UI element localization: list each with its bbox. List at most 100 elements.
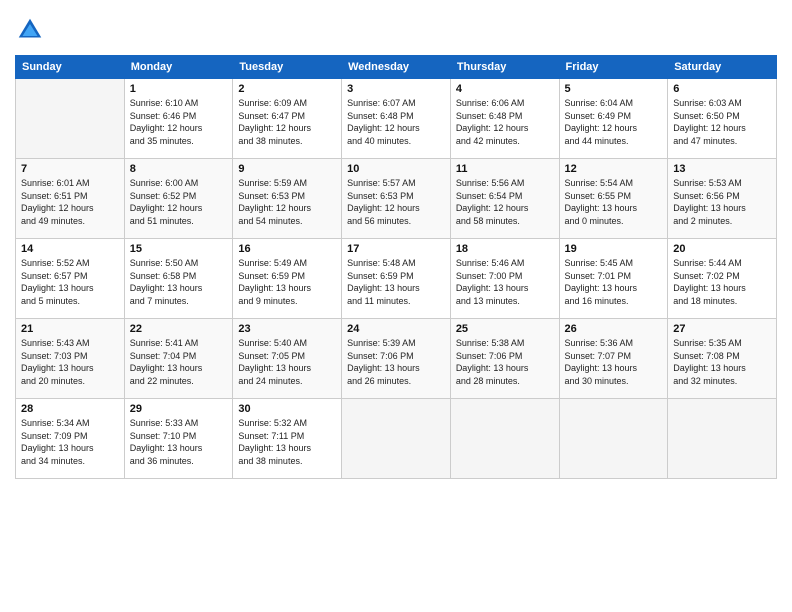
day-info: Sunrise: 5:54 AMSunset: 6:55 PMDaylight:… xyxy=(565,177,663,227)
calendar-header-saturday: Saturday xyxy=(668,56,777,79)
calendar-cell: 6 Sunrise: 6:03 AMSunset: 6:50 PMDaylight… xyxy=(668,79,777,159)
calendar-cell: 28Sunrise: 5:34 AMSunset: 7:09 PMDayligh… xyxy=(16,399,125,479)
calendar-cell: 30 Sunrise: 5:32 AMSunset: 7:11 PMDayligh… xyxy=(233,399,342,479)
day-info: Sunrise: 5:56 AMSunset: 6:54 PMDaylight:… xyxy=(456,177,554,227)
calendar-cell xyxy=(559,399,668,479)
day-info: Sunrise: 5:44 AMSunset: 7:02 PMDaylight:… xyxy=(673,257,771,307)
calendar-cell: 27 Sunrise: 5:35 AMSunset: 7:08 PMDayligh… xyxy=(668,319,777,399)
calendar-cell: 24 Sunrise: 5:39 AMSunset: 7:06 PMDayligh… xyxy=(342,319,451,399)
day-number: 1 xyxy=(130,83,228,95)
calendar-cell: 8Sunrise: 6:00 AMSunset: 6:52 PMDaylight… xyxy=(124,159,233,239)
day-info: Sunrise: 5:49 AMSunset: 6:59 PMDaylight:… xyxy=(238,257,336,307)
calendar-cell: 22Sunrise: 5:41 AMSunset: 7:04 PMDayligh… xyxy=(124,319,233,399)
day-info: Sunrise: 5:59 AMSunset: 6:53 PMDaylight:… xyxy=(238,177,336,227)
calendar-cell xyxy=(668,399,777,479)
calendar-cell: 29 Sunrise: 5:33 AMSunset: 7:10 PMDayligh… xyxy=(124,399,233,479)
calendar-week-row: 28Sunrise: 5:34 AMSunset: 7:09 PMDayligh… xyxy=(16,399,777,479)
day-info: Sunrise: 6:04 AMSunset: 6:49 PMDaylight:… xyxy=(565,97,663,147)
day-info: Sunrise: 5:48 AMSunset: 6:59 PMDaylight:… xyxy=(347,257,445,307)
logo xyxy=(15,15,49,45)
day-number: 5 xyxy=(565,83,663,95)
day-info: Sunrise: 6:03 AMSunset: 6:50 PMDaylight:… xyxy=(673,97,771,147)
day-number: 11 xyxy=(456,163,554,175)
day-number: 15 xyxy=(130,243,228,255)
day-number: 7 xyxy=(21,163,119,175)
calendar-header-friday: Friday xyxy=(559,56,668,79)
day-info: Sunrise: 5:52 AMSunset: 6:57 PMDaylight:… xyxy=(21,257,119,307)
day-number: 23 xyxy=(238,323,336,335)
day-info: Sunrise: 5:39 AMSunset: 7:06 PMDaylight:… xyxy=(347,337,445,387)
day-number: 6 xyxy=(673,83,771,95)
calendar-cell: 1 Sunrise: 6:10 AMSunset: 6:46 PMDaylight… xyxy=(124,79,233,159)
calendar-week-row: 1 Sunrise: 6:10 AMSunset: 6:46 PMDaylight… xyxy=(16,79,777,159)
calendar-cell: 5 Sunrise: 6:04 AMSunset: 6:49 PMDaylight… xyxy=(559,79,668,159)
calendar-header-sunday: Sunday xyxy=(16,56,125,79)
day-number: 16 xyxy=(238,243,336,255)
day-info: Sunrise: 5:43 AMSunset: 7:03 PMDaylight:… xyxy=(21,337,119,387)
calendar-cell: 21 Sunrise: 5:43 AMSunset: 7:03 PMDayligh… xyxy=(16,319,125,399)
calendar-cell xyxy=(450,399,559,479)
day-number: 3 xyxy=(347,83,445,95)
calendar-cell: 15 Sunrise: 5:50 AMSunset: 6:58 PMDayligh… xyxy=(124,239,233,319)
page: SundayMondayTuesdayWednesdayThursdayFrid… xyxy=(0,0,792,612)
day-number: 4 xyxy=(456,83,554,95)
day-info: Sunrise: 5:38 AMSunset: 7:06 PMDaylight:… xyxy=(456,337,554,387)
day-number: 21 xyxy=(21,323,119,335)
calendar-cell: 23 Sunrise: 5:40 AMSunset: 7:05 PMDayligh… xyxy=(233,319,342,399)
logo-icon xyxy=(15,15,45,45)
calendar-cell: 17Sunrise: 5:48 AMSunset: 6:59 PMDayligh… xyxy=(342,239,451,319)
day-number: 24 xyxy=(347,323,445,335)
day-number: 28 xyxy=(21,403,119,415)
day-number: 12 xyxy=(565,163,663,175)
day-info: Sunrise: 5:36 AMSunset: 7:07 PMDaylight:… xyxy=(565,337,663,387)
calendar-cell: 12 Sunrise: 5:54 AMSunset: 6:55 PMDayligh… xyxy=(559,159,668,239)
day-info: Sunrise: 5:50 AMSunset: 6:58 PMDaylight:… xyxy=(130,257,228,307)
day-number: 20 xyxy=(673,243,771,255)
day-info: Sunrise: 5:40 AMSunset: 7:05 PMDaylight:… xyxy=(238,337,336,387)
calendar-header-monday: Monday xyxy=(124,56,233,79)
calendar-week-row: 21 Sunrise: 5:43 AMSunset: 7:03 PMDayligh… xyxy=(16,319,777,399)
day-info: Sunrise: 6:10 AMSunset: 6:46 PMDaylight:… xyxy=(130,97,228,147)
calendar-header-row: SundayMondayTuesdayWednesdayThursdayFrid… xyxy=(16,56,777,79)
day-number: 30 xyxy=(238,403,336,415)
day-number: 13 xyxy=(673,163,771,175)
calendar-cell: 19 Sunrise: 5:45 AMSunset: 7:01 PMDayligh… xyxy=(559,239,668,319)
calendar-cell: 26 Sunrise: 5:36 AMSunset: 7:07 PMDayligh… xyxy=(559,319,668,399)
day-number: 27 xyxy=(673,323,771,335)
day-number: 25 xyxy=(456,323,554,335)
day-number: 22 xyxy=(130,323,228,335)
day-info: Sunrise: 5:32 AMSunset: 7:11 PMDaylight:… xyxy=(238,417,336,467)
day-info: Sunrise: 6:06 AMSunset: 6:48 PMDaylight:… xyxy=(456,97,554,147)
calendar-cell: 16 Sunrise: 5:49 AMSunset: 6:59 PMDayligh… xyxy=(233,239,342,319)
day-info: Sunrise: 6:00 AMSunset: 6:52 PMDaylight:… xyxy=(130,177,228,227)
day-number: 2 xyxy=(238,83,336,95)
calendar-cell: 11 Sunrise: 5:56 AMSunset: 6:54 PMDayligh… xyxy=(450,159,559,239)
calendar-cell xyxy=(16,79,125,159)
day-number: 14 xyxy=(21,243,119,255)
day-info: Sunrise: 5:46 AMSunset: 7:00 PMDaylight:… xyxy=(456,257,554,307)
day-info: Sunrise: 5:57 AMSunset: 6:53 PMDaylight:… xyxy=(347,177,445,227)
calendar-cell: 2 Sunrise: 6:09 AMSunset: 6:47 PMDaylight… xyxy=(233,79,342,159)
calendar-cell: 18 Sunrise: 5:46 AMSunset: 7:00 PMDayligh… xyxy=(450,239,559,319)
day-info: Sunrise: 5:45 AMSunset: 7:01 PMDaylight:… xyxy=(565,257,663,307)
calendar-week-row: 7Sunrise: 6:01 AMSunset: 6:51 PMDaylight… xyxy=(16,159,777,239)
header xyxy=(15,15,777,45)
calendar-table: SundayMondayTuesdayWednesdayThursdayFrid… xyxy=(15,55,777,479)
day-info: Sunrise: 6:09 AMSunset: 6:47 PMDaylight:… xyxy=(238,97,336,147)
calendar-cell: 14 Sunrise: 5:52 AMSunset: 6:57 PMDayligh… xyxy=(16,239,125,319)
calendar-cell: 20 Sunrise: 5:44 AMSunset: 7:02 PMDayligh… xyxy=(668,239,777,319)
day-info: Sunrise: 5:33 AMSunset: 7:10 PMDaylight:… xyxy=(130,417,228,467)
day-number: 9 xyxy=(238,163,336,175)
day-number: 19 xyxy=(565,243,663,255)
calendar-week-row: 14 Sunrise: 5:52 AMSunset: 6:57 PMDayligh… xyxy=(16,239,777,319)
calendar-cell: 10Sunrise: 5:57 AMSunset: 6:53 PMDayligh… xyxy=(342,159,451,239)
day-number: 18 xyxy=(456,243,554,255)
calendar-header-wednesday: Wednesday xyxy=(342,56,451,79)
day-number: 26 xyxy=(565,323,663,335)
day-number: 29 xyxy=(130,403,228,415)
calendar-cell: 25 Sunrise: 5:38 AMSunset: 7:06 PMDayligh… xyxy=(450,319,559,399)
day-info: Sunrise: 5:35 AMSunset: 7:08 PMDaylight:… xyxy=(673,337,771,387)
calendar-cell: 13Sunrise: 5:53 AMSunset: 6:56 PMDayligh… xyxy=(668,159,777,239)
calendar-header-tuesday: Tuesday xyxy=(233,56,342,79)
calendar-cell: 7Sunrise: 6:01 AMSunset: 6:51 PMDaylight… xyxy=(16,159,125,239)
